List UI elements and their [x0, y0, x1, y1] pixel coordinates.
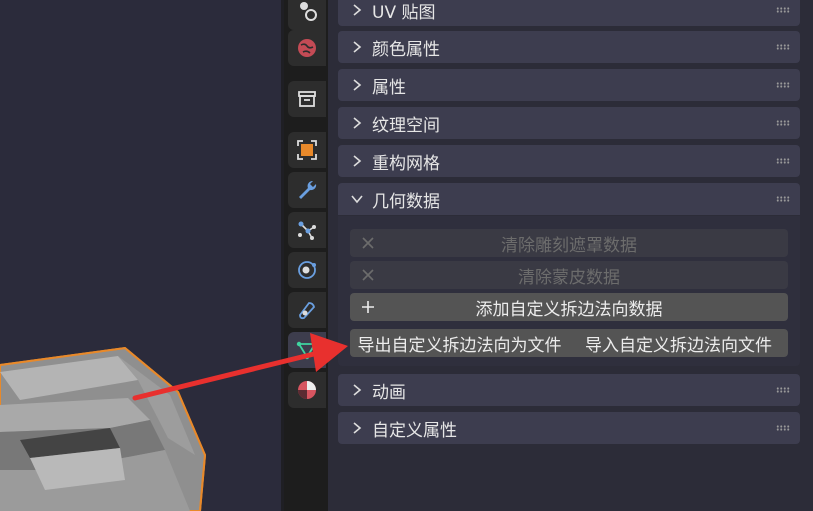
- button-label: 导出自定义拆边法向为文件: [357, 335, 562, 356]
- tab-object[interactable]: [288, 132, 326, 168]
- drag-handle-icon[interactable]: [776, 196, 790, 202]
- clear-sculpt-mask-button[interactable]: 清除雕刻遮罩数据: [350, 229, 788, 257]
- tab-modifiers[interactable]: [288, 172, 326, 208]
- tab-particles[interactable]: [288, 212, 326, 248]
- modifier-wrench-icon: [299, 180, 317, 199]
- tab-collection[interactable]: [288, 81, 326, 117]
- chevron-down-icon: [351, 195, 363, 204]
- panel-label: 属性: [372, 77, 406, 98]
- drag-handle-icon[interactable]: [776, 7, 790, 13]
- chevron-right-icon: [353, 155, 362, 167]
- chevron-right-icon: [353, 41, 362, 53]
- panel-label: 自定义属性: [372, 420, 457, 441]
- x-icon: [362, 269, 374, 281]
- plus-icon: [362, 301, 374, 313]
- drag-handle-icon[interactable]: [776, 387, 790, 393]
- normals-file-button-row: 导出自定义拆边法向为文件 导入自定义拆边法向文件: [350, 329, 788, 357]
- panel-color-attributes[interactable]: 颜色属性: [338, 31, 800, 63]
- object-icon: [297, 140, 317, 160]
- drag-handle-icon[interactable]: [776, 82, 790, 88]
- drag-handle-icon[interactable]: [776, 44, 790, 50]
- panel-uv-maps[interactable]: UV 贴图: [338, 0, 800, 26]
- tab-physics-orbit[interactable]: [288, 252, 326, 288]
- panel-label: UV 贴图: [372, 2, 436, 23]
- physics-icon: [300, 2, 317, 21]
- clear-skin-data-button[interactable]: 清除蒙皮数据: [350, 261, 788, 289]
- button-label: 添加自定义拆边法向数据: [475, 299, 663, 320]
- import-custom-normals-button[interactable]: 导入自定义拆边法向文件: [569, 329, 788, 357]
- x-icon: [362, 237, 374, 249]
- panel-label: 颜色属性: [372, 39, 440, 60]
- export-custom-normals-button[interactable]: 导出自定义拆边法向为文件: [350, 329, 569, 357]
- panel-custom-properties[interactable]: 自定义属性: [338, 412, 800, 444]
- constraints-icon: [299, 302, 315, 320]
- chevron-right-icon: [353, 4, 362, 16]
- tab-physics[interactable]: [288, 0, 326, 30]
- panel-label: 动画: [372, 382, 406, 403]
- drag-handle-icon[interactable]: [776, 158, 790, 164]
- panel-texture-space[interactable]: 纹理空间: [338, 107, 800, 139]
- particles-icon: [298, 221, 316, 240]
- world-icon: [298, 39, 316, 57]
- button-label: 清除蒙皮数据: [518, 267, 620, 288]
- panel-label: 重构网格: [372, 153, 440, 174]
- panel-remesh[interactable]: 重构网格: [338, 145, 800, 177]
- panel-geometry-data[interactable]: 几何数据: [338, 183, 800, 215]
- add-custom-split-normals-button[interactable]: 添加自定义拆边法向数据: [350, 293, 788, 321]
- drag-handle-icon[interactable]: [776, 120, 790, 126]
- chevron-right-icon: [353, 117, 362, 129]
- tab-material[interactable]: [288, 372, 326, 408]
- collection-icon: [298, 91, 316, 107]
- physics-orbit-icon: [298, 261, 316, 279]
- properties-tabs-bar: [284, 0, 328, 511]
- chevron-right-icon: [353, 384, 362, 396]
- geometry-data-body: 清除雕刻遮罩数据 清除蒙皮数据 添加自定义拆边法向数据 导出自定义拆边法向为文件…: [338, 216, 800, 366]
- tab-mesh-data[interactable]: [288, 332, 326, 368]
- 3d-viewport[interactable]: [0, 0, 282, 511]
- tab-constraints[interactable]: [288, 292, 326, 328]
- properties-editor: UV 贴图 颜色属性 属性 纹理空间 重构网格 几何数据 清除雕刻遮罩数据 清除…: [328, 0, 813, 511]
- chevron-right-icon: [353, 422, 362, 434]
- material-icon: [298, 381, 316, 399]
- panel-label: 几何数据: [372, 191, 440, 212]
- chevron-right-icon: [353, 79, 362, 91]
- panel-attributes[interactable]: 属性: [338, 69, 800, 101]
- mesh-data-icon: [296, 341, 318, 360]
- button-label: 清除雕刻遮罩数据: [501, 235, 637, 256]
- panel-label: 纹理空间: [372, 115, 440, 136]
- drag-handle-icon[interactable]: [776, 425, 790, 431]
- panel-animation[interactable]: 动画: [338, 374, 800, 406]
- mesh-object[interactable]: [0, 0, 282, 511]
- tab-world[interactable]: [288, 30, 326, 66]
- button-label: 导入自定义拆边法向文件: [585, 335, 772, 356]
